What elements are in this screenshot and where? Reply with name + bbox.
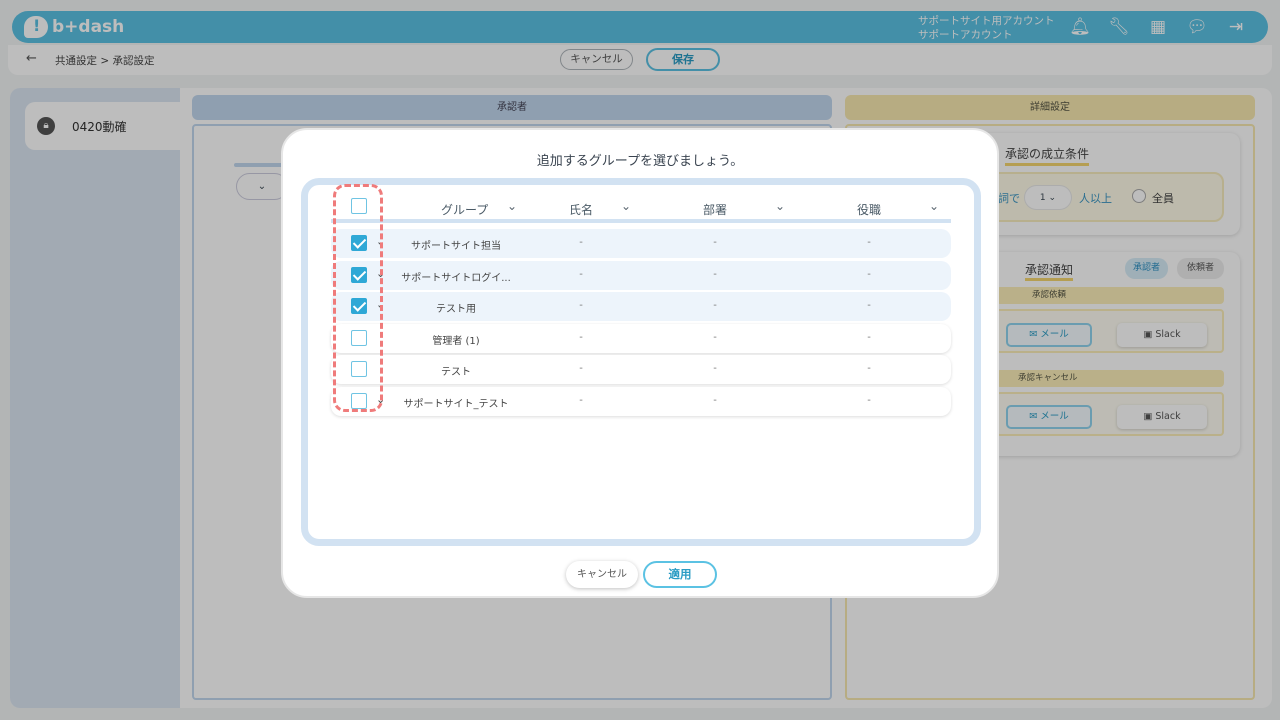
name-cell: - — [579, 237, 583, 248]
table-row[interactable]: ⌄ テスト用 - - - — [331, 292, 951, 321]
chevron-down-icon[interactable]: ⌄ — [621, 199, 631, 213]
group-name: 管理者 (1) — [432, 336, 480, 347]
modal-apply-button[interactable]: 適用 — [643, 561, 717, 588]
column-header-group[interactable]: グループ — [441, 201, 488, 218]
name-cell: - — [579, 395, 583, 406]
group-select-modal: 追加するグループを選びましょう。 グループ ⌄ 氏名 ⌄ 部署 ⌄ 役職 ⌄ ⌄… — [281, 128, 999, 598]
role-cell: - — [867, 332, 871, 343]
chevron-down-icon[interactable]: ⌄ — [507, 199, 517, 213]
dept-cell: - — [713, 237, 717, 248]
chevron-down-icon[interactable]: ⌄ — [775, 199, 785, 213]
column-header-dept[interactable]: 部署 — [703, 201, 727, 218]
dept-cell: - — [713, 363, 717, 374]
table-row[interactable]: テスト - - - — [331, 355, 951, 384]
role-cell: - — [867, 363, 871, 374]
group-name: サポートサイト担当 — [411, 241, 501, 252]
role-cell: - — [867, 269, 871, 280]
table-row[interactable]: ⌄ サポートサイトログイ... - - - — [331, 261, 951, 290]
group-table: グループ ⌄ 氏名 ⌄ 部署 ⌄ 役職 ⌄ ⌄ サポートサイト担当 - - - … — [301, 178, 981, 546]
modal-title: 追加するグループを選びましょう。 — [536, 154, 744, 169]
column-header-role[interactable]: 役職 — [857, 201, 881, 218]
table-row[interactable]: ⌄ サポートサイト担当 - - - — [331, 229, 951, 258]
name-cell: - — [579, 363, 583, 374]
column-header-name[interactable]: 氏名 — [569, 201, 593, 218]
dept-cell: - — [713, 395, 717, 406]
name-cell: - — [579, 300, 583, 311]
group-name: サポートサイト_テスト — [403, 399, 509, 410]
name-cell: - — [579, 332, 583, 343]
dept-cell: - — [713, 269, 717, 280]
name-cell: - — [579, 269, 583, 280]
role-cell: - — [867, 395, 871, 406]
chevron-down-icon[interactable]: ⌄ — [929, 199, 939, 213]
group-name: テスト用 — [436, 304, 476, 315]
table-row[interactable]: ⌄ サポートサイト_テスト - - - — [331, 387, 951, 416]
dept-cell: - — [713, 300, 717, 311]
table-row[interactable]: 管理者 (1) - - - — [331, 324, 951, 353]
role-cell: - — [867, 300, 871, 311]
modal-cancel-button[interactable]: キャンセル — [566, 561, 638, 588]
checkbox-highlight — [333, 184, 383, 412]
dept-cell: - — [713, 332, 717, 343]
group-name: サポートサイトログイ... — [401, 273, 511, 284]
group-name: テスト — [441, 367, 471, 378]
table-header: グループ ⌄ 氏名 ⌄ 部署 ⌄ 役職 ⌄ — [331, 195, 951, 223]
role-cell: - — [867, 237, 871, 248]
